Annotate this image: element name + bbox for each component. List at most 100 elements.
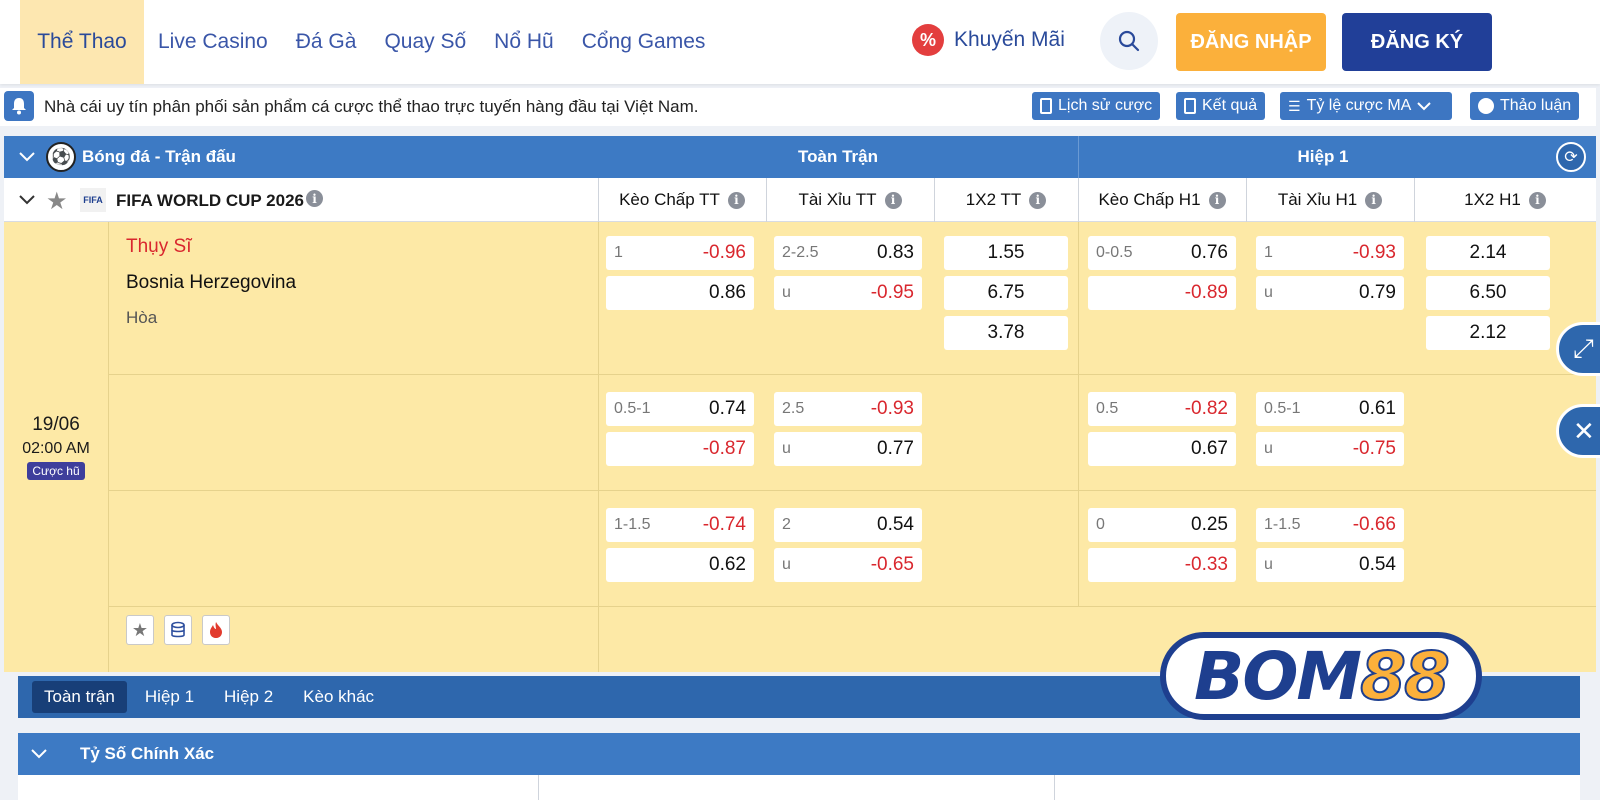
- nav-item-quay-so[interactable]: Quay Số: [370, 0, 480, 84]
- promo-link[interactable]: % Khuyến Mãi: [912, 24, 1065, 56]
- refresh-icon[interactable]: ⟳: [1556, 142, 1586, 172]
- tab-keo-khac[interactable]: Kèo khác: [291, 681, 386, 713]
- odds-type-label: Tỷ lệ cược MA: [1306, 97, 1412, 114]
- register-button[interactable]: ĐĂNG KÝ: [1342, 13, 1492, 71]
- favorite-star-icon[interactable]: ★: [126, 615, 154, 645]
- database-icon[interactable]: [164, 615, 192, 645]
- odds-cell[interactable]: u -0.95: [774, 276, 922, 310]
- collapse-chevron-icon[interactable]: [30, 747, 48, 761]
- chevron-down-icon: [1417, 102, 1432, 111]
- info-icon[interactable]: i: [884, 191, 902, 209]
- odds-cell[interactable]: 0.67: [1088, 432, 1236, 466]
- nav-item-cong-games[interactable]: Cổng Games: [568, 0, 720, 84]
- info-icon[interactable]: i: [1365, 191, 1383, 209]
- odds-cell[interactable]: 2.5 -0.93: [774, 392, 922, 426]
- odds-cell[interactable]: 3.78: [944, 316, 1068, 350]
- odds-cell[interactable]: u 0.79: [1256, 276, 1404, 310]
- odds-cell[interactable]: 0.86: [606, 276, 754, 310]
- correct-score-content: [18, 775, 1580, 800]
- correct-score-header[interactable]: Tỷ Số Chính Xác: [18, 733, 1580, 775]
- odds-cell[interactable]: 1-1.5 -0.74: [606, 508, 754, 542]
- odds-cell[interactable]: -0.33: [1088, 548, 1236, 582]
- col-1x2-h1-label: 1X2 H1: [1464, 190, 1521, 209]
- sport-header: ⚽ Bóng đá - Trận đấu Toàn Trận Hiệp 1 ⟳: [4, 136, 1596, 178]
- row-divider: [108, 606, 1596, 607]
- tab-toan-tran[interactable]: Toàn trận: [32, 681, 127, 713]
- search-button[interactable]: [1100, 12, 1158, 70]
- odds-cell[interactable]: 0.62: [606, 548, 754, 582]
- odds-type-dropdown[interactable]: ☰ Tỷ lệ cược MA: [1280, 92, 1452, 120]
- correct-score-title: Tỷ Số Chính Xác: [80, 744, 215, 763]
- col-hdp-tt-label: Kèo Chấp TT: [619, 190, 720, 209]
- discussion-button[interactable]: Thảo luận: [1470, 92, 1580, 120]
- odds-cell[interactable]: 6.50: [1426, 276, 1550, 310]
- info-icon[interactable]: i: [1528, 191, 1546, 209]
- tab-hiep-2[interactable]: Hiệp 2: [212, 681, 285, 713]
- odds-cell[interactable]: -0.89: [1088, 276, 1236, 310]
- chat-icon: [1478, 98, 1494, 114]
- logo-text: BOM88: [1194, 637, 1451, 716]
- sport-title: Bóng đá - Trận đấu: [82, 147, 236, 166]
- odds-cell[interactable]: 2-2.5 0.83: [774, 236, 922, 270]
- info-icon[interactable]: i: [1029, 191, 1047, 209]
- odds-cell[interactable]: 2 0.54: [774, 508, 922, 542]
- info-icon[interactable]: i: [306, 190, 323, 207]
- divider: [1078, 222, 1079, 606]
- search-icon: [1118, 30, 1140, 52]
- bet-history-button[interactable]: Lịch sử cược: [1032, 92, 1161, 120]
- odds-cell[interactable]: u -0.75: [1256, 432, 1404, 466]
- away-team[interactable]: Bosnia Herzegovina: [126, 272, 296, 294]
- bom88-logo: BOM88: [1160, 632, 1482, 720]
- odds-cell[interactable]: 0-0.5 0.76: [1088, 236, 1236, 270]
- odds-cell[interactable]: 1.55: [944, 236, 1068, 270]
- col-hdp-h1-label: Kèo Chấp H1: [1098, 190, 1201, 209]
- nav-item-the-thao[interactable]: Thể Thao: [20, 0, 144, 84]
- col-1x2-h1: 1X2 H1 i: [1414, 178, 1596, 222]
- fire-icon[interactable]: [202, 615, 230, 645]
- odds-cell[interactable]: 1-1.5 -0.66: [1256, 508, 1404, 542]
- nav-item-no-hu[interactable]: Nổ Hũ: [480, 0, 568, 84]
- odds-cell[interactable]: 0.5 -0.82: [1088, 392, 1236, 426]
- col-1x2-tt-label: 1X2 TT: [965, 190, 1022, 209]
- divider: [108, 222, 109, 672]
- odds-cell[interactable]: 6.75: [944, 276, 1068, 310]
- list-icon: ☰: [1288, 97, 1301, 114]
- match-date: 19/06: [32, 414, 80, 435]
- col-hdp-tt: Kèo Chấp TT i: [598, 178, 766, 222]
- promo-label: Khuyến Mãi: [954, 28, 1065, 51]
- login-button[interactable]: ĐĂNG NHẬP: [1176, 13, 1326, 71]
- fifa-logo: FIFA: [80, 188, 106, 212]
- bet-history-label: Lịch sử cược: [1058, 97, 1153, 114]
- clipboard-icon: [1040, 98, 1052, 114]
- home-team[interactable]: Thụy Sĩ: [126, 236, 191, 258]
- odds-cell[interactable]: u 0.77: [774, 432, 922, 466]
- divider: [598, 222, 599, 672]
- odds-cell[interactable]: 1 -0.96: [606, 236, 754, 270]
- odds-cell[interactable]: u 0.54: [1256, 548, 1404, 582]
- results-button[interactable]: Kết quả: [1176, 92, 1266, 120]
- odds-cell[interactable]: 0.5-1 0.61: [1256, 392, 1404, 426]
- odds-cell[interactable]: 2.14: [1426, 236, 1550, 270]
- collapse-chevron-icon[interactable]: [18, 193, 36, 207]
- nav-item-live-casino[interactable]: Live Casino: [144, 0, 282, 84]
- full-match-label: Toàn Trận: [798, 147, 878, 166]
- odds-cell[interactable]: 0.5-1 0.74: [606, 392, 754, 426]
- tab-hiep-1[interactable]: Hiệp 1: [133, 681, 206, 713]
- info-icon[interactable]: i: [1208, 191, 1226, 209]
- favorite-star-icon[interactable]: ★: [46, 187, 68, 216]
- match-time: 02:00 AM: [22, 440, 90, 457]
- collapse-chevron-icon[interactable]: [18, 150, 36, 164]
- odds-cell[interactable]: -0.87: [606, 432, 754, 466]
- divider: [538, 775, 539, 800]
- nav-item-da-ga[interactable]: Đá Gà: [282, 0, 371, 84]
- row-divider: [108, 374, 1596, 375]
- col-ou-h1-label: Tài Xỉu H1: [1277, 190, 1358, 209]
- bell-icon: [4, 91, 34, 121]
- odds-cell[interactable]: 1 -0.93: [1256, 236, 1404, 270]
- odds-cell[interactable]: 2.12: [1426, 316, 1550, 350]
- notice-bar: Nhà cái uy tín phân phối sản phẩm cá cượ…: [0, 88, 1596, 126]
- info-icon[interactable]: i: [727, 191, 745, 209]
- match-body: 19/06 02:00 AM Cược hũ Thụy Sĩ Bosnia He…: [4, 222, 1596, 672]
- odds-cell[interactable]: u -0.65: [774, 548, 922, 582]
- odds-cell[interactable]: 0 0.25: [1088, 508, 1236, 542]
